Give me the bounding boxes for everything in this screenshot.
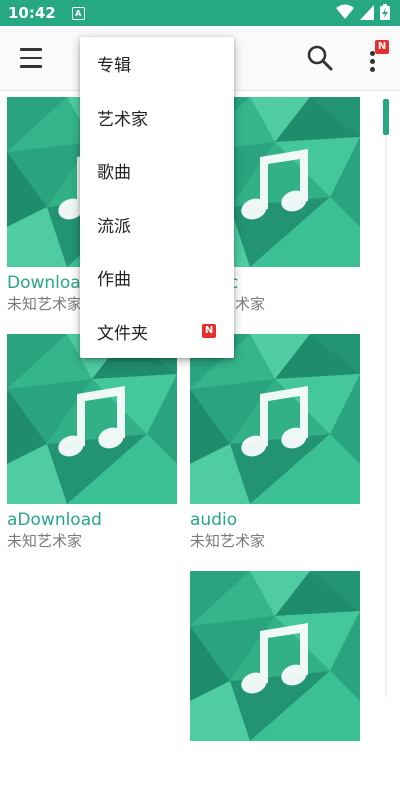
scrollbar-thumb[interactable] <box>383 99 389 135</box>
album-title: audio <box>190 510 238 530</box>
album-card[interactable] <box>190 571 360 788</box>
album-art-image <box>190 571 360 741</box>
menu-item-genre[interactable]: 流派 <box>80 198 234 252</box>
album-art-image <box>7 334 177 504</box>
signal-icon <box>360 4 374 20</box>
menu-item-label: 流派 <box>97 216 131 237</box>
menu-item-album[interactable]: 专辑 <box>80 37 234 91</box>
menu-item-composer[interactable]: 作曲 <box>80 251 234 305</box>
album-art-image <box>190 334 360 504</box>
album-artist: 未知艺术家 <box>7 532 83 550</box>
album-card[interactable]: audio 未知艺术家 <box>190 334 360 551</box>
sort-dropdown-menu: 专辑 艺术家 歌曲 流派 作曲 文件夹 N <box>80 37 234 358</box>
album-title: aDownload <box>7 510 102 530</box>
notification-icon: A <box>71 6 85 20</box>
overflow-menu-icon[interactable]: N <box>362 40 392 76</box>
album-card[interactable]: aDownload 未知艺术家 <box>7 334 177 551</box>
new-badge: N <box>375 40 389 54</box>
status-time: 10:42 <box>8 4 56 22</box>
menu-item-artist[interactable]: 艺术家 <box>80 91 234 145</box>
hamburger-menu-icon[interactable] <box>20 48 42 68</box>
menu-item-label: 专辑 <box>97 56 131 77</box>
menu-item-folder[interactable]: 文件夹 N <box>80 305 234 359</box>
album-artist: 未知艺术家 <box>190 532 266 550</box>
search-icon[interactable] <box>306 44 334 72</box>
menu-item-label: 艺术家 <box>97 109 148 130</box>
scrollbar-track[interactable] <box>385 97 387 697</box>
status-bar: 10:42 A <box>0 0 400 26</box>
new-badge: N <box>202 323 216 338</box>
menu-item-label: 作曲 <box>97 270 131 291</box>
menu-item-song[interactable]: 歌曲 <box>80 144 234 198</box>
battery-charging-icon <box>380 4 390 20</box>
album-title <box>190 746 360 768</box>
menu-item-label: 文件夹 <box>97 323 148 344</box>
status-icons <box>336 4 390 20</box>
wifi-icon <box>336 4 354 19</box>
menu-item-label: 歌曲 <box>97 163 131 184</box>
album-artist <box>190 768 360 788</box>
